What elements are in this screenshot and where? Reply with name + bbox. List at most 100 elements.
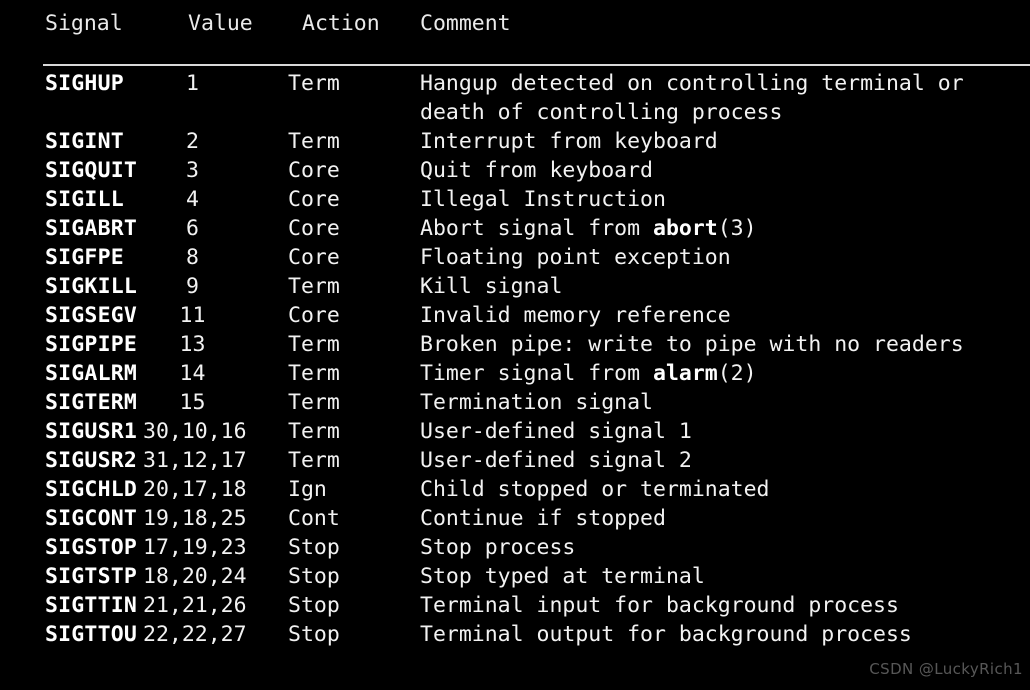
cell-signal-name: SIGCHLD	[45, 477, 138, 502]
header-spacer-cell	[0, 56, 1030, 69]
header-separator-cell	[0, 47, 1030, 56]
table-row: SIGTERM 15 Term Termination signal	[0, 388, 1030, 417]
cell-signal-name: SIGABRT	[45, 216, 138, 241]
cell-signal-action: Term	[288, 274, 340, 299]
cell-signal-action: Term	[288, 448, 340, 473]
cell-signal-action: Term	[288, 71, 340, 96]
comment-bold-term: abort	[653, 216, 718, 241]
cell-signal-name: SIGTTIN	[45, 593, 138, 618]
cell-signal-value: 4	[186, 187, 199, 212]
table-row: SIGKILL 9 Term Kill signal	[0, 272, 1030, 301]
cell-signal-action: Stop	[288, 622, 340, 647]
cell-signal-name: SIGSTOP	[45, 535, 138, 560]
cell-signal-value: 21,21,26	[143, 593, 247, 618]
cell-signal-comment: Termination signal	[420, 390, 653, 415]
column-header-signal: Signal	[45, 11, 123, 36]
cell-signal-value: 2	[186, 129, 199, 154]
cell-signal-value: 15	[179, 390, 206, 415]
cell-signal-name: SIGHUP	[45, 71, 124, 96]
cell-signal-name: SIGFPE	[45, 245, 124, 270]
table-row: SIGSEGV 11 Core Invalid memory reference	[0, 301, 1030, 330]
cell-signal-value: 6	[186, 216, 199, 241]
table-header: Signal Value Action Comment	[0, 0, 1030, 69]
column-header-value: Value	[188, 11, 253, 36]
column-header-action: Action	[302, 11, 380, 36]
cell-signal-name: SIGSEGV	[45, 303, 138, 328]
cell-signal-comment: Invalid memory reference	[420, 303, 731, 328]
table-row: SIGPIPE 13 Term Broken pipe: write to pipe …	[0, 330, 1030, 359]
cell-signal-action: Core	[288, 245, 340, 270]
cell-signal-comment: Stop process	[420, 535, 576, 560]
cell-signal-name: SIGTERM	[45, 390, 138, 415]
cell-signal-action: Term	[288, 419, 340, 444]
table-row: SIGTSTP 18,20,24 Stop Stop typed at termina…	[0, 562, 1030, 591]
terminal-screen: Signal Value Action Comment SIGHUP 1 Term H…	[0, 0, 1030, 690]
cell-signal-comment: Broken pipe: write to pipe with no reade…	[420, 332, 964, 357]
cell-signal-value: 19,18,25	[143, 506, 247, 531]
table-row: SIGHUP 1 Term Hangup detected on controllin…	[0, 69, 1030, 127]
cell-signal-comment: Interrupt from keyboard	[420, 129, 718, 154]
table-row: SIGINT 2 Term Interrupt from keyboard	[0, 127, 1030, 156]
cell-signal-action: Core	[288, 303, 340, 328]
cell-signal-comment: Terminal output for background process	[420, 622, 912, 647]
cell-signal-name: SIGTTOU	[45, 622, 138, 647]
table-row: SIGFPE 8 Core Floating point exception	[0, 243, 1030, 272]
cell-signal-value: 11	[179, 303, 206, 328]
cell-signal-action: Term	[288, 129, 340, 154]
cell-signal-name: SIGINT	[45, 129, 124, 154]
cell-signal-action: Stop	[288, 535, 340, 560]
cell-signal-comment: Illegal Instruction	[420, 187, 666, 212]
cell-signal-action: Core	[288, 158, 340, 183]
cell-signal-name: SIGCONT	[45, 506, 138, 531]
cell-signal-comment: Timer signal from alarm(2)	[420, 361, 757, 386]
cell-signal-value: 30,10,16	[143, 419, 247, 444]
table-body: SIGHUP 1 Term Hangup detected on controllin…	[0, 69, 1030, 649]
cell-signal-value: 14	[179, 361, 206, 386]
cell-signal-name: SIGQUIT	[45, 158, 138, 183]
table-row: SIGCHLD 20,17,18 Ign Child stopped or termi…	[0, 475, 1030, 504]
cell-signal-value: 1	[186, 71, 199, 96]
header-row: Signal Value Action Comment	[0, 0, 1030, 47]
column-header-comment: Comment	[420, 11, 511, 36]
cell-signal-action: Cont	[288, 506, 340, 531]
cell-signal-comment: Child stopped or terminated	[420, 477, 770, 502]
cell-signal-name: SIGUSR1	[45, 419, 138, 444]
cell-signal-comment: Stop typed at terminal	[420, 564, 705, 589]
cell-signal-comment: User-defined signal 1	[420, 419, 692, 444]
cell-signal-name: SIGTSTP	[45, 564, 138, 589]
cell-signal-name: SIGILL	[45, 187, 124, 212]
comment-bold-term: alarm	[653, 361, 718, 386]
cell-signal-comment: User-defined signal 2	[420, 448, 692, 473]
cell-signal-action: Term	[288, 361, 340, 386]
cell-signal-action: Core	[288, 187, 340, 212]
cell-signal-value: 31,12,17	[143, 448, 247, 473]
cell-signal-value: 3	[186, 158, 199, 183]
cell-signal-comment: Terminal input for background process	[420, 593, 899, 618]
cell-signal-action: Term	[288, 332, 340, 357]
header-rule-row	[0, 47, 1030, 56]
cell-signal-action: Ign	[288, 477, 327, 502]
cell-signal-name: SIGKILL	[45, 274, 138, 299]
cell-signal-action: Term	[288, 390, 340, 415]
cell-signal-name: SIGALRM	[45, 361, 138, 386]
cell-signal-value: 9	[186, 274, 199, 299]
table-row: SIGILL 4 Core Illegal Instruction	[0, 185, 1030, 214]
signal-table: Signal Value Action Comment SIGHUP 1 Term H…	[0, 0, 1030, 649]
cell-signal-comment: Kill signal	[420, 274, 563, 299]
cell-signal-action: Stop	[288, 564, 340, 589]
cell-signal-comment: Hangup detected on controlling terminal …	[420, 71, 977, 125]
cell-signal-action: Core	[288, 216, 340, 241]
table-row: SIGCONT 19,18,25 Cont Continue if stopped	[0, 504, 1030, 533]
cell-signal-action: Stop	[288, 593, 340, 618]
cell-signal-comment: Quit from keyboard	[420, 158, 653, 183]
header-spacer-row	[0, 56, 1030, 69]
table-row: SIGUSR1 30,10,16 Term User-defined signal 1	[0, 417, 1030, 446]
cell-signal-value: 13	[179, 332, 206, 357]
cell-signal-value: 22,22,27	[143, 622, 247, 647]
cell-signal-value: 20,17,18	[143, 477, 247, 502]
table-row: SIGUSR2 31,12,17 Term User-defined signal 2	[0, 446, 1030, 475]
watermark: CSDN @LuckyRich1	[869, 660, 1023, 678]
cell-signal-comment: Floating point exception	[420, 245, 731, 270]
cell-signal-value: 17,19,23	[143, 535, 247, 560]
table-row: SIGTTIN 21,21,26 Stop Terminal input for ba…	[0, 591, 1030, 620]
